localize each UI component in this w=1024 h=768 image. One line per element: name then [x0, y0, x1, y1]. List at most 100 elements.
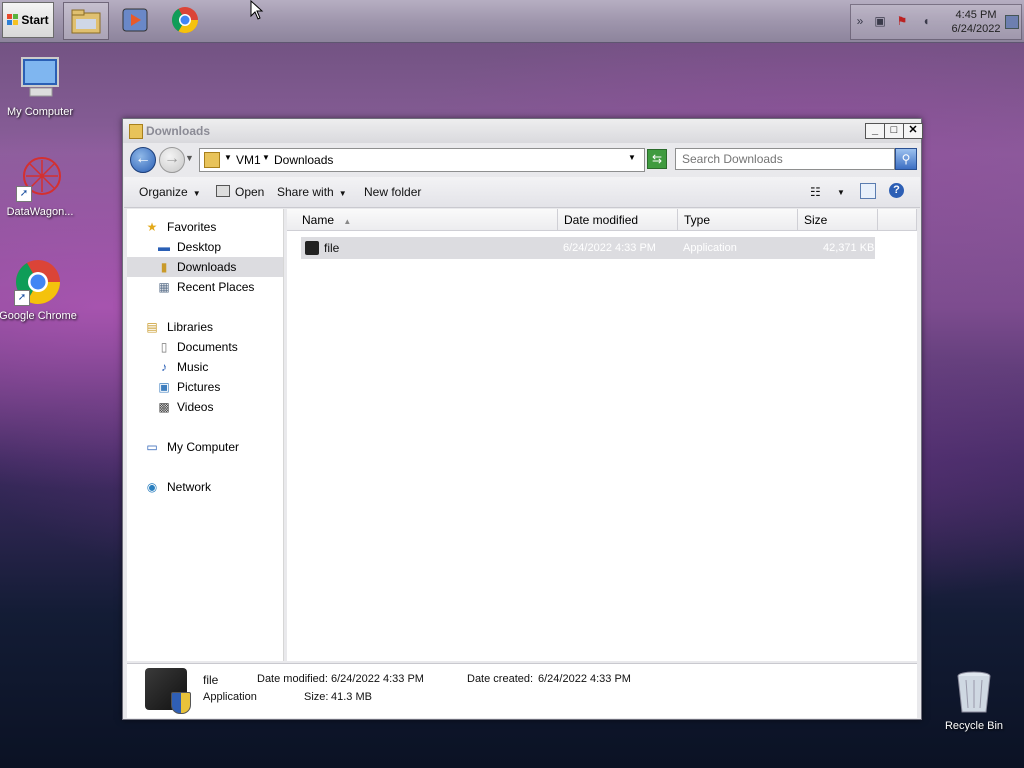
column-header-date-modified[interactable]: Date modified — [558, 209, 678, 231]
title-bar[interactable]: Downloads _ □ ✕ — [123, 119, 923, 143]
close-button[interactable]: ✕ — [903, 123, 923, 139]
back-button[interactable]: ← — [130, 147, 156, 173]
nav-my-computer[interactable]: ▭ My Computer — [127, 437, 283, 457]
desktop-icon-label: Recycle Bin — [944, 720, 1004, 732]
address-path[interactable]: ▼ VM1 ▼ Downloads ▼ — [199, 148, 645, 172]
file-name: file — [324, 241, 340, 255]
nav-label: Music — [177, 360, 209, 374]
nav-label: Network — [167, 480, 212, 494]
nav-downloads[interactable]: ▮ Downloads — [127, 257, 283, 277]
sort-arrow-icon: ▲ — [343, 217, 352, 226]
nav-label: Recent Places — [177, 280, 255, 294]
file-size: 42,371 KB — [823, 242, 875, 254]
flag-alert-icon[interactable]: ⚑ — [895, 14, 909, 28]
chevron-down-icon[interactable]: ▼ — [837, 188, 845, 197]
column-header-type[interactable]: Type — [678, 209, 798, 231]
nav-desktop[interactable]: ▬ Desktop — [127, 237, 283, 257]
window-title: Downloads — [146, 124, 211, 138]
nav-favorites[interactable]: ★ Favorites — [127, 217, 283, 237]
shortcut-arrow-icon: ➚ — [16, 186, 32, 202]
desktop-icon: ▬ — [158, 240, 170, 254]
media-player-icon — [122, 8, 148, 32]
network-icon: ◉ — [146, 480, 158, 494]
breadcrumb-downloads[interactable]: Downloads — [274, 153, 333, 167]
desktop-icon-recycle-bin[interactable]: Recycle Bin — [934, 668, 1014, 732]
share-with-button[interactable]: Share with ▼ — [277, 185, 347, 199]
taskbar-chrome-button[interactable] — [163, 2, 207, 38]
network-status-icon[interactable]: ▣ — [873, 14, 887, 28]
details-file-type: Application — [203, 691, 257, 703]
folder-icon — [204, 152, 220, 168]
navigation-pane: ★ Favorites ▬ Desktop ▮ Downloads ▦ Rece… — [127, 209, 284, 661]
new-folder-button[interactable]: New folder — [364, 185, 421, 199]
show-desktop-button[interactable] — [1005, 15, 1019, 29]
pictures-icon: ▣ — [158, 380, 170, 394]
nav-label: Downloads — [177, 260, 237, 274]
chevron-down-icon[interactable]: » — [853, 14, 867, 28]
nav-label: My Computer — [167, 440, 240, 454]
file-date-modified: 6/24/2022 4:33 PM — [563, 242, 656, 254]
folder-icon — [129, 124, 143, 139]
volume-icon[interactable]: ◖ — [919, 14, 933, 28]
chevron-down-icon: ▼ — [192, 189, 201, 198]
chevron-down-icon: ▼ — [338, 189, 347, 198]
taskbar-media-player-button[interactable] — [113, 2, 157, 38]
nav-label: Videos — [177, 400, 214, 414]
desktop-icon-datawagon[interactable]: ➚ DataWagon... — [0, 154, 80, 218]
file-list: Name ▲ Date modified Type Size file 6/24… — [287, 209, 917, 661]
column-header-filler — [878, 209, 917, 231]
nav-label: Documents — [177, 340, 238, 354]
nav-pictures[interactable]: ▣ Pictures — [127, 377, 283, 397]
explorer-window: Downloads _ □ ✕ ← → ▼ ▼ VM1 ▼ Downloads … — [122, 118, 923, 720]
breadcrumb-vm1[interactable]: VM1 — [236, 153, 261, 167]
taskbar-explorer-button[interactable] — [63, 2, 109, 40]
nav-libraries[interactable]: ▤ Libraries — [127, 317, 283, 337]
nav-documents[interactable]: ▯ Documents — [127, 337, 283, 357]
forward-button[interactable]: → — [159, 147, 185, 173]
address-history-dropdown[interactable]: ▼ — [628, 153, 636, 162]
windows-logo-icon — [7, 14, 19, 26]
desktop-icon-label: Google Chrome — [0, 310, 77, 322]
help-icon[interactable]: ? — [889, 183, 904, 198]
application-icon — [305, 241, 319, 255]
nav-videos[interactable]: ▩ Videos — [127, 397, 283, 417]
downloads-folder-icon: ▮ — [160, 260, 168, 274]
column-header-name[interactable]: Name ▲ — [287, 209, 558, 231]
document-icon: ▯ — [160, 340, 168, 354]
column-name-label: Name — [302, 213, 335, 227]
nav-recent-places[interactable]: ▦ Recent Places — [127, 277, 283, 297]
chevron-down-icon[interactable]: ▼ — [262, 153, 270, 162]
search-box[interactable] — [675, 148, 895, 170]
desktop-icon-google-chrome[interactable]: ➚ Google Chrome — [0, 258, 78, 322]
clock[interactable]: 4:45 PM 6/24/2022 — [945, 8, 1007, 36]
nav-music[interactable]: ♪ Music — [127, 357, 283, 377]
nav-network[interactable]: ◉ Network — [127, 477, 283, 497]
minimize-button[interactable]: _ — [865, 123, 885, 139]
chrome-icon — [171, 7, 199, 34]
search-input[interactable] — [680, 151, 894, 167]
view-options-icon[interactable]: ☷ — [810, 185, 821, 199]
table-row[interactable]: file 6/24/2022 4:33 PM Application 42,37… — [301, 237, 875, 259]
open-button[interactable]: Open — [216, 185, 264, 199]
command-bar: Organize ▼ Open Share with ▼ New folder ☷ … — [124, 177, 920, 208]
start-button[interactable]: Start — [2, 2, 54, 38]
preview-pane-icon[interactable] — [860, 183, 876, 199]
datawagon-icon: ➚ — [16, 154, 64, 202]
refresh-button[interactable]: ⇆ — [647, 149, 667, 169]
desktop-icon-my-computer[interactable]: My Computer — [0, 54, 80, 118]
maximize-button[interactable]: □ — [884, 123, 904, 139]
application-icon — [145, 668, 191, 714]
chevron-down-icon[interactable]: ▼ — [224, 153, 232, 162]
details-date-modified: 6/24/2022 4:33 PM — [331, 673, 424, 685]
desktop-icon-label: My Computer — [6, 106, 74, 118]
column-header-size[interactable]: Size — [798, 209, 878, 231]
computer-icon: ▭ — [146, 440, 158, 454]
nav-label: Pictures — [177, 380, 221, 394]
organize-button[interactable]: Organize ▼ — [139, 185, 201, 199]
shortcut-arrow-icon: ➚ — [14, 290, 30, 306]
clock-date: 6/24/2022 — [951, 23, 1001, 35]
search-icon[interactable]: ⚲ — [895, 148, 917, 170]
taskbar: Start » ▣ ⚑ ◖ 4:45 PM 6/24/2022 — [0, 0, 1024, 43]
recent-pages-dropdown[interactable]: ▼ — [185, 153, 194, 163]
nav-label: Libraries — [167, 320, 214, 334]
